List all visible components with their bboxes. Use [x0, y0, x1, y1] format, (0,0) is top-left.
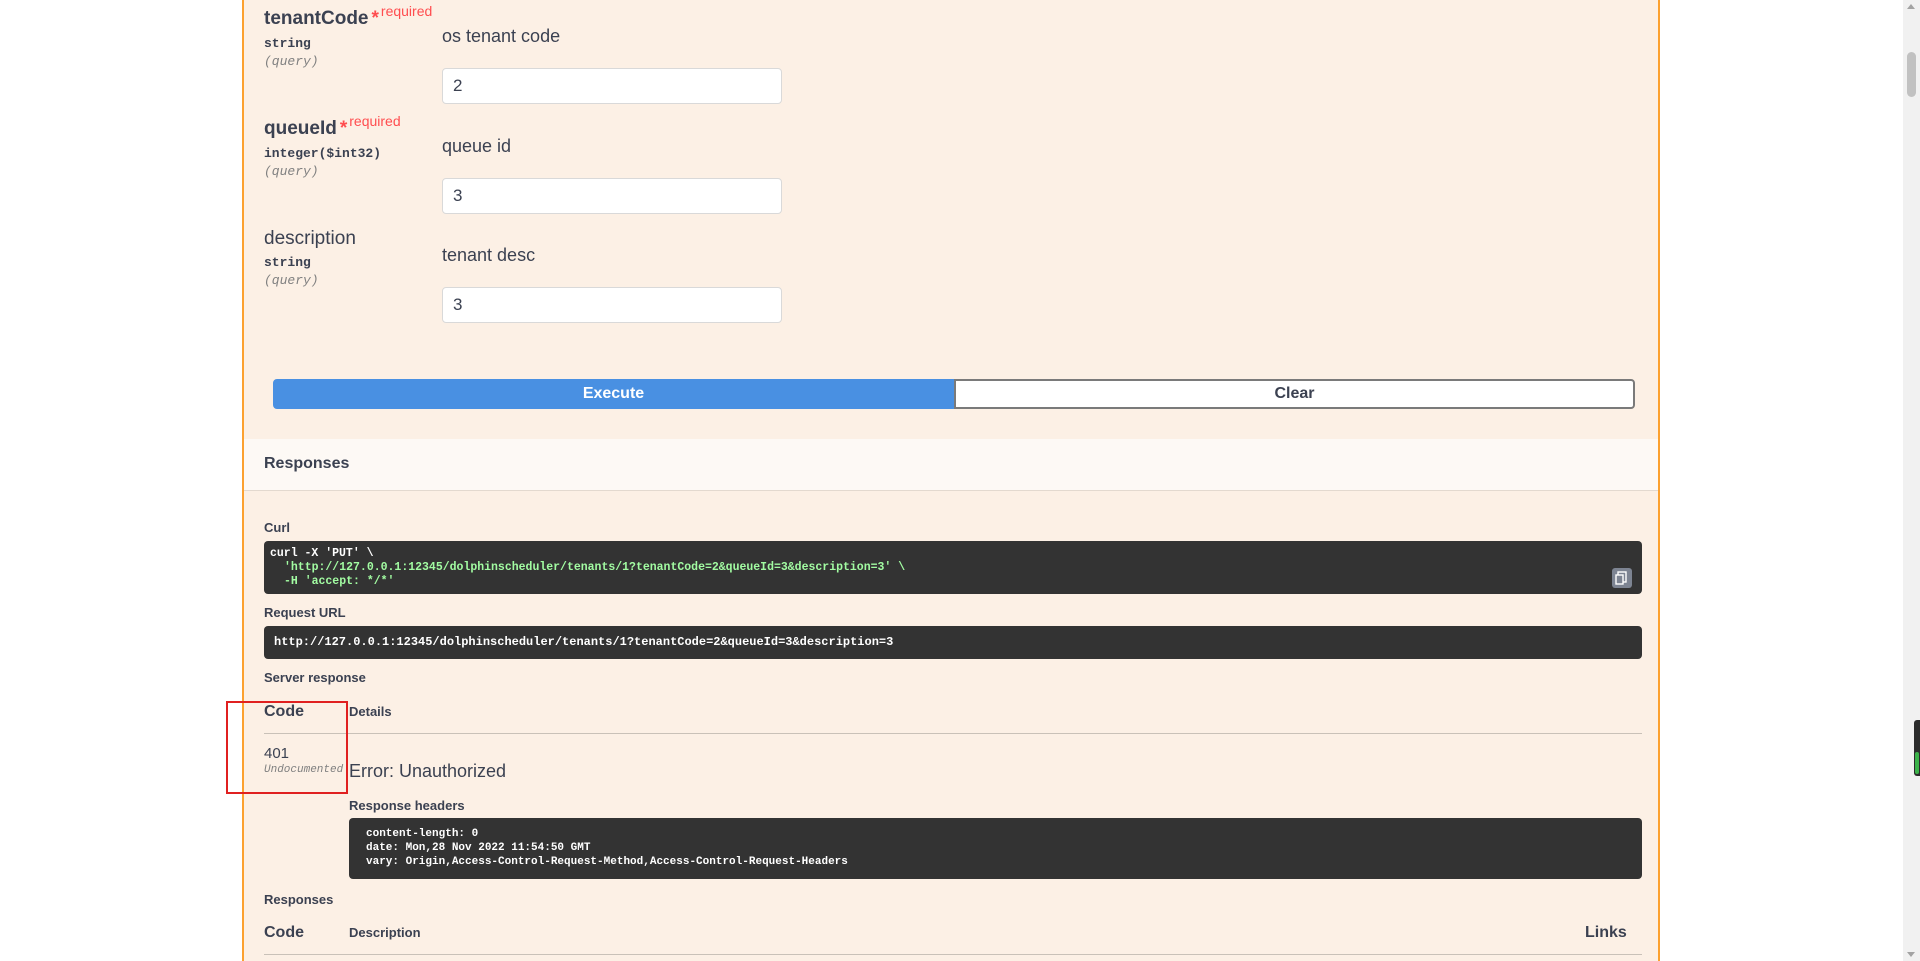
curl-code-block[interactable]: curl -X 'PUT' \ 'http://127.0.0.1:12345/…	[264, 541, 1642, 594]
curl-label: Curl	[264, 520, 290, 535]
error-message: Error: Unauthorized	[349, 761, 507, 781]
responses-links-header: Links	[1585, 924, 1627, 941]
param-description: os tenant code	[442, 26, 561, 46]
param-location: (query)	[264, 164, 319, 179]
scroll-up-icon[interactable]	[1907, 4, 1915, 9]
description-input[interactable]: 3	[442, 287, 782, 323]
vertical-scrollbar[interactable]	[1903, 0, 1920, 961]
scroll-down-icon[interactable]	[1907, 952, 1915, 957]
clear-button[interactable]: Clear	[954, 379, 1635, 409]
param-description: tenant desc	[442, 245, 536, 265]
header-line: date: Mon,28 Nov 2022 11:54:50 GMT	[366, 842, 591, 854]
responses-header: Responses	[244, 439, 1658, 491]
queueid-input[interactable]: 3	[442, 178, 782, 214]
highlight-annotation-box	[226, 701, 348, 794]
response-headers-block[interactable]: content-length: 0 date: Mon,28 Nov 2022 …	[349, 818, 1642, 879]
param-type: string	[264, 255, 311, 270]
execute-button[interactable]: Execute	[273, 379, 954, 409]
divider	[264, 954, 1642, 955]
side-indicator-widget[interactable]	[1914, 720, 1920, 776]
request-url-block[interactable]: http://127.0.0.1:12345/dolphinscheduler/…	[264, 626, 1642, 659]
responses-code-header: Code	[264, 924, 304, 941]
param-name-description: description	[264, 228, 356, 249]
responses-description-header: Description	[349, 925, 421, 940]
curl-line: curl -X 'PUT' \	[270, 547, 374, 560]
response-headers-label: Response headers	[349, 798, 465, 813]
param-type: string	[264, 36, 311, 51]
param-name-tenantcode: tenantCode * required	[264, 3, 433, 29]
param-description: queue id	[442, 136, 512, 156]
copy-to-clipboard-icon[interactable]	[1612, 568, 1632, 588]
param-location: (query)	[264, 273, 319, 288]
responses-title: Responses	[264, 455, 350, 472]
param-type: integer($int32)	[264, 146, 382, 161]
request-url-label: Request URL	[264, 605, 346, 620]
curl-line: -H 'accept: */*'	[284, 575, 395, 588]
documented-responses-label: Responses	[264, 892, 334, 907]
put-operation-block: tenantCode * required string (query) os te…	[242, 0, 1660, 961]
param-location: (query)	[264, 54, 319, 69]
param-name-queueid: queueId * required	[264, 113, 401, 139]
divider	[264, 733, 1642, 734]
tenantcode-input[interactable]: 2	[442, 68, 782, 104]
header-line: content-length: 0	[366, 828, 479, 840]
scrollbar-thumb[interactable]	[1907, 52, 1916, 97]
server-response-label: Server response	[264, 670, 366, 685]
curl-line: 'http://127.0.0.1:12345/dolphinscheduler…	[284, 561, 906, 574]
details-column-header: Details	[349, 704, 392, 719]
header-line: vary: Origin,Access-Control-Request-Meth…	[366, 856, 848, 868]
